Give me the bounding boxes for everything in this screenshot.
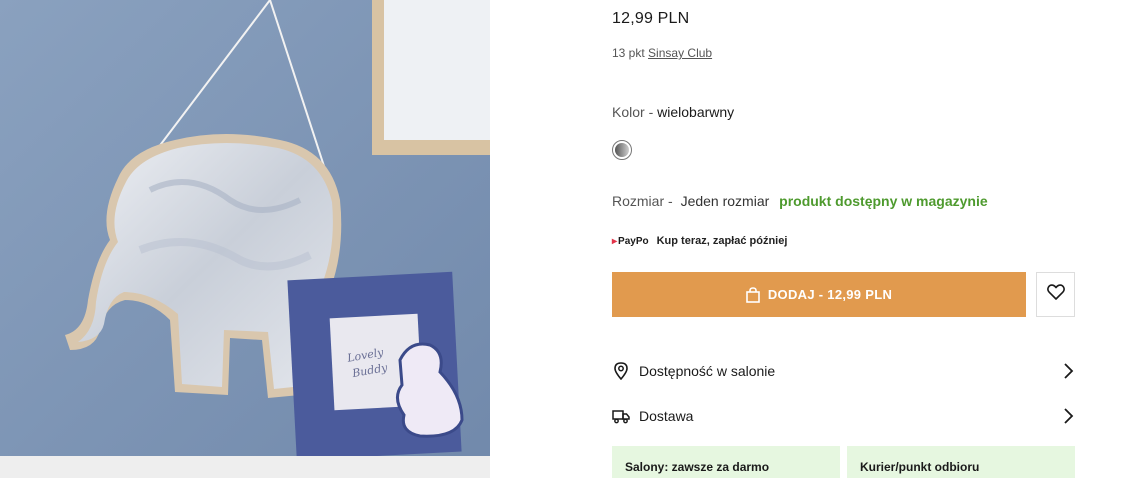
product-info-panel: 12,99 PLN 13 pkt Sinsay Club Kolor - wie… bbox=[612, 0, 1075, 478]
product-image: Lovely Buddy bbox=[0, 0, 490, 478]
color-value: wielobarwny bbox=[657, 104, 735, 120]
multicolor-swatch-icon bbox=[615, 143, 629, 157]
size-label: Rozmiar - bbox=[612, 193, 677, 209]
delivery-option-salon-label: Salony: zawsze za darmo bbox=[625, 460, 770, 474]
paypo-logo: ▸PayPo bbox=[612, 235, 649, 247]
product-price: 12,99 PLN bbox=[612, 10, 690, 27]
color-selector-label: Kolor - wielobarwny bbox=[612, 104, 734, 120]
color-label: Kolor - bbox=[612, 104, 658, 120]
paypo-logo-text: PayPo bbox=[618, 235, 649, 247]
delivery-option-salon: Salony: zawsze za darmo bbox=[612, 446, 840, 478]
add-to-cart-button[interactable]: DODAJ - 12,99 PLN bbox=[612, 272, 1026, 317]
delivery-row[interactable]: Dostawa bbox=[612, 403, 1075, 429]
paypo-banner[interactable]: ▸PayPo Kup teraz, zapłać później bbox=[612, 235, 787, 247]
chevron-right-icon bbox=[1061, 362, 1075, 380]
size-info: Rozmiar - Jeden rozmiar produkt dostępny… bbox=[612, 193, 988, 209]
sinsay-club-link[interactable]: Sinsay Club bbox=[648, 46, 712, 60]
chevron-right-icon bbox=[1061, 407, 1075, 425]
store-availability-row[interactable]: Dostępność w salonie bbox=[612, 358, 1075, 384]
delivery-label: Dostawa bbox=[639, 408, 694, 424]
paypo-text: Kup teraz, zapłać później bbox=[656, 235, 788, 247]
points-value: 13 pkt bbox=[612, 46, 645, 60]
loyalty-points: 13 pkt Sinsay Club bbox=[612, 46, 712, 60]
delivery-option-courier-label: Kurier/punkt odbioru bbox=[860, 460, 980, 474]
add-to-cart-label: DODAJ - 12,99 PLN bbox=[767, 287, 893, 302]
availability-status: produkt dostępny w magazynie bbox=[779, 193, 988, 209]
location-pin-icon bbox=[612, 362, 630, 380]
color-swatch-multicolor[interactable] bbox=[612, 140, 632, 160]
store-availability-label: Dostępność w salonie bbox=[639, 363, 776, 379]
shopping-bag-icon bbox=[746, 286, 760, 303]
product-photo[interactable]: Lovely Buddy bbox=[0, 0, 490, 478]
heart-icon bbox=[1046, 284, 1065, 305]
truck-icon bbox=[612, 407, 630, 425]
wishlist-button[interactable] bbox=[1036, 272, 1075, 317]
size-value: Jeden rozmiar bbox=[680, 193, 770, 209]
delivery-option-courier: Kurier/punkt odbioru bbox=[847, 446, 1075, 478]
